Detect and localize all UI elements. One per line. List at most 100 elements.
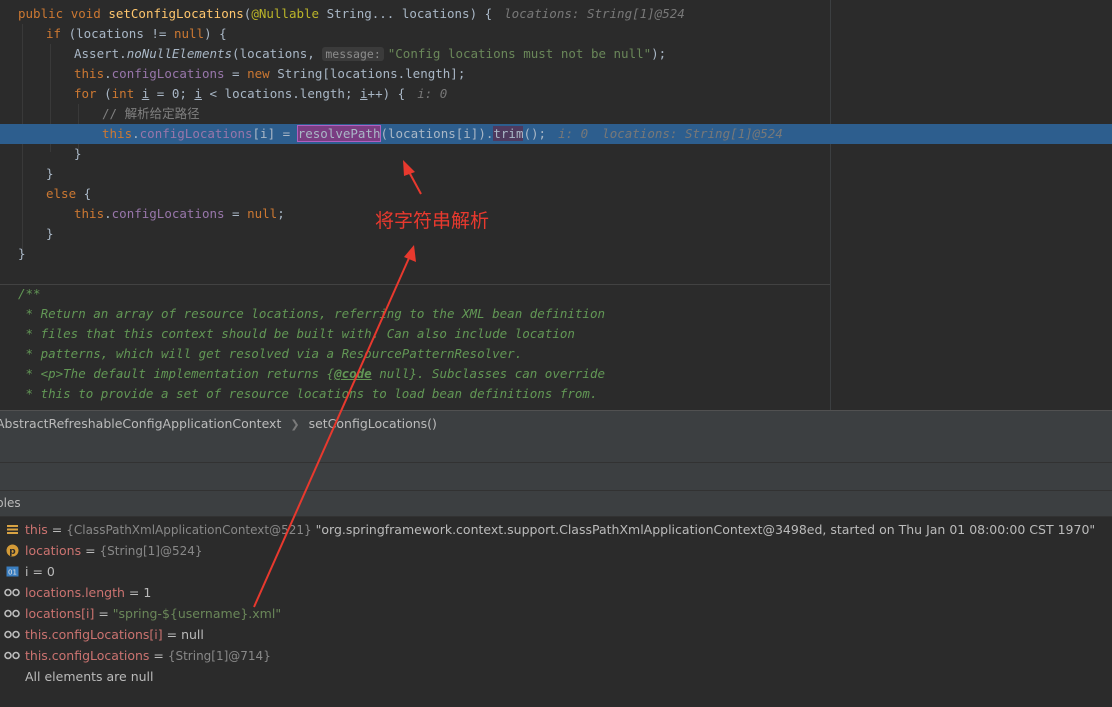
keyword: this — [74, 206, 105, 221]
code-text: = — [224, 66, 248, 81]
code-line-11[interactable]: this.configLocations = null; — [0, 204, 1112, 224]
debug-inline-value: locations: String[1]@524 — [504, 6, 685, 21]
debug-inline-value: locations: String[1]@524 — [602, 126, 783, 141]
variable-equals: = — [94, 606, 113, 621]
javadoc-line[interactable]: /** — [0, 284, 1112, 304]
code-line-2[interactable]: if (locations != null) { — [0, 24, 1112, 44]
watch-icon — [4, 609, 20, 618]
method-call-highlighted[interactable]: resolvePath — [296, 125, 382, 142]
watch-icon — [4, 630, 20, 639]
keyword: null — [173, 26, 205, 41]
code-comment: // 解析给定路径 — [102, 106, 200, 121]
code-line-13[interactable]: } — [0, 244, 1112, 264]
code-text: ); — [651, 46, 667, 61]
code-text: = — [224, 206, 248, 221]
svg-text:01: 01 — [8, 569, 17, 577]
keyword: this — [102, 126, 133, 141]
code-line-5[interactable]: for (int i = 0; i < locations.length; i+… — [0, 84, 1112, 104]
code-text: Assert. — [74, 46, 127, 61]
code-line-3[interactable]: Assert.noNullElements(locations, message… — [0, 44, 1112, 64]
code-line-6[interactable]: // 解析给定路径 — [0, 104, 1112, 124]
javadoc-line[interactable]: * this to provide a set of resource loca… — [0, 384, 1112, 404]
keyword: int — [111, 86, 135, 101]
variable-equals: = — [81, 543, 100, 558]
field-name: configLocations — [111, 66, 225, 81]
field-name: configLocations — [139, 126, 253, 141]
code-text: } — [46, 226, 54, 241]
keyword: null — [247, 206, 278, 221]
debug-panel: bles this = {ClassPathXmlApplicationCont… — [0, 436, 1112, 707]
javadoc-text: * this to provide a set of resource loca… — [18, 386, 598, 401]
code-line-9[interactable]: } — [0, 164, 1112, 184]
javadoc-line[interactable]: * Return an array of resource locations,… — [0, 304, 1112, 324]
annotation-label: 将字符串解析 — [375, 210, 490, 232]
variable-equals: = — [47, 522, 67, 537]
breadcrumb-class[interactable]: AbstractRefreshableConfigApplicationCont… — [0, 416, 281, 431]
code-text: [i] = — [252, 126, 298, 141]
code-editor[interactable]: public void setConfigLocations (@Nullable… — [0, 0, 1112, 410]
keyword: this — [74, 66, 105, 81]
loop-variable: i — [194, 86, 202, 101]
variable-type: {String[1]@524} — [99, 544, 203, 558]
variable-name: locations.length — [25, 585, 125, 600]
parameter-icon: p — [6, 544, 19, 557]
code-line-8[interactable]: } — [0, 144, 1112, 164]
code-text: String[locations.length]; — [269, 66, 466, 81]
javadoc-text: * <p>The default implementation returns … — [18, 366, 335, 381]
variable-equals: = — [124, 585, 144, 600]
variable-name: locations — [25, 543, 82, 558]
code-text: . — [132, 126, 140, 141]
code-text: ; — [277, 206, 285, 221]
primitive-int-icon: 01 — [6, 566, 19, 577]
variable-name: this — [25, 522, 48, 537]
keyword: new — [247, 66, 270, 81]
variable-type: {String[1]@714} — [167, 649, 271, 663]
javadoc-text: null}. Subclasses can override — [371, 366, 606, 381]
chevron-right-icon: ❯ — [290, 418, 300, 431]
watch-icon — [4, 588, 20, 597]
code-line-4[interactable]: this.configLocations = new String[locati… — [0, 64, 1112, 84]
code-text: . — [104, 206, 112, 221]
method-call[interactable]: trim — [493, 126, 524, 141]
code-line-1[interactable]: public void setConfigLocations(@Nullable… — [0, 4, 1112, 24]
code-text: (locations[i]) — [380, 126, 486, 141]
code-text: . — [104, 66, 112, 81]
javadoc-text: * patterns, which will get resolved via … — [18, 346, 523, 361]
code-text: ) { — [204, 26, 227, 41]
field-name: configLocations — [111, 206, 225, 221]
code-text: (locations, — [232, 46, 323, 61]
javadoc-line[interactable]: * files that this context should be buil… — [0, 324, 1112, 344]
debug-toolbar — [0, 436, 1112, 463]
breadcrumb: AbstractRefreshableConfigApplicationCont… — [0, 410, 1112, 437]
string-literal: "Config locations must not be null" — [387, 46, 652, 61]
code-text: } — [46, 166, 54, 181]
current-execution-line[interactable]: this.configLocations[i] = resolvePath(lo… — [0, 124, 1112, 144]
svg-text:p: p — [9, 547, 16, 557]
code-text: String... locations) { — [319, 6, 493, 21]
variable-value: "spring-${username}.xml" — [112, 606, 282, 621]
javadoc-text: * Return an array of resource locations,… — [18, 306, 605, 321]
variables-header: bles — [0, 491, 1112, 517]
code-text: { — [76, 186, 92, 201]
method-name: setConfigLocations — [108, 6, 244, 21]
variable-equals: = — [28, 564, 47, 579]
javadoc-line[interactable]: * <p>The default implementation returns … — [0, 364, 1112, 384]
annotation-keyword: @Nullable — [251, 6, 320, 21]
debug-inline-value: i: 0 — [558, 126, 589, 141]
code-line-12[interactable]: } — [0, 224, 1112, 244]
code-text: ++) { — [367, 86, 406, 101]
code-line-10[interactable]: else { — [0, 184, 1112, 204]
variable-value: 0 — [46, 564, 55, 579]
javadoc-line[interactable]: * patterns, which will get resolved via … — [0, 344, 1112, 364]
javadoc-text: /** — [18, 286, 41, 301]
watch-icon — [4, 651, 20, 660]
parameter-hint: message: — [322, 47, 384, 61]
method-call: noNullElements — [126, 46, 233, 61]
code-text: (); — [523, 126, 547, 141]
code-text: } — [74, 146, 82, 161]
keyword: else — [46, 186, 77, 201]
breadcrumb-method[interactable]: setConfigLocations() — [309, 416, 437, 431]
keyword: for — [74, 86, 97, 101]
variable-equals: = — [149, 648, 168, 663]
